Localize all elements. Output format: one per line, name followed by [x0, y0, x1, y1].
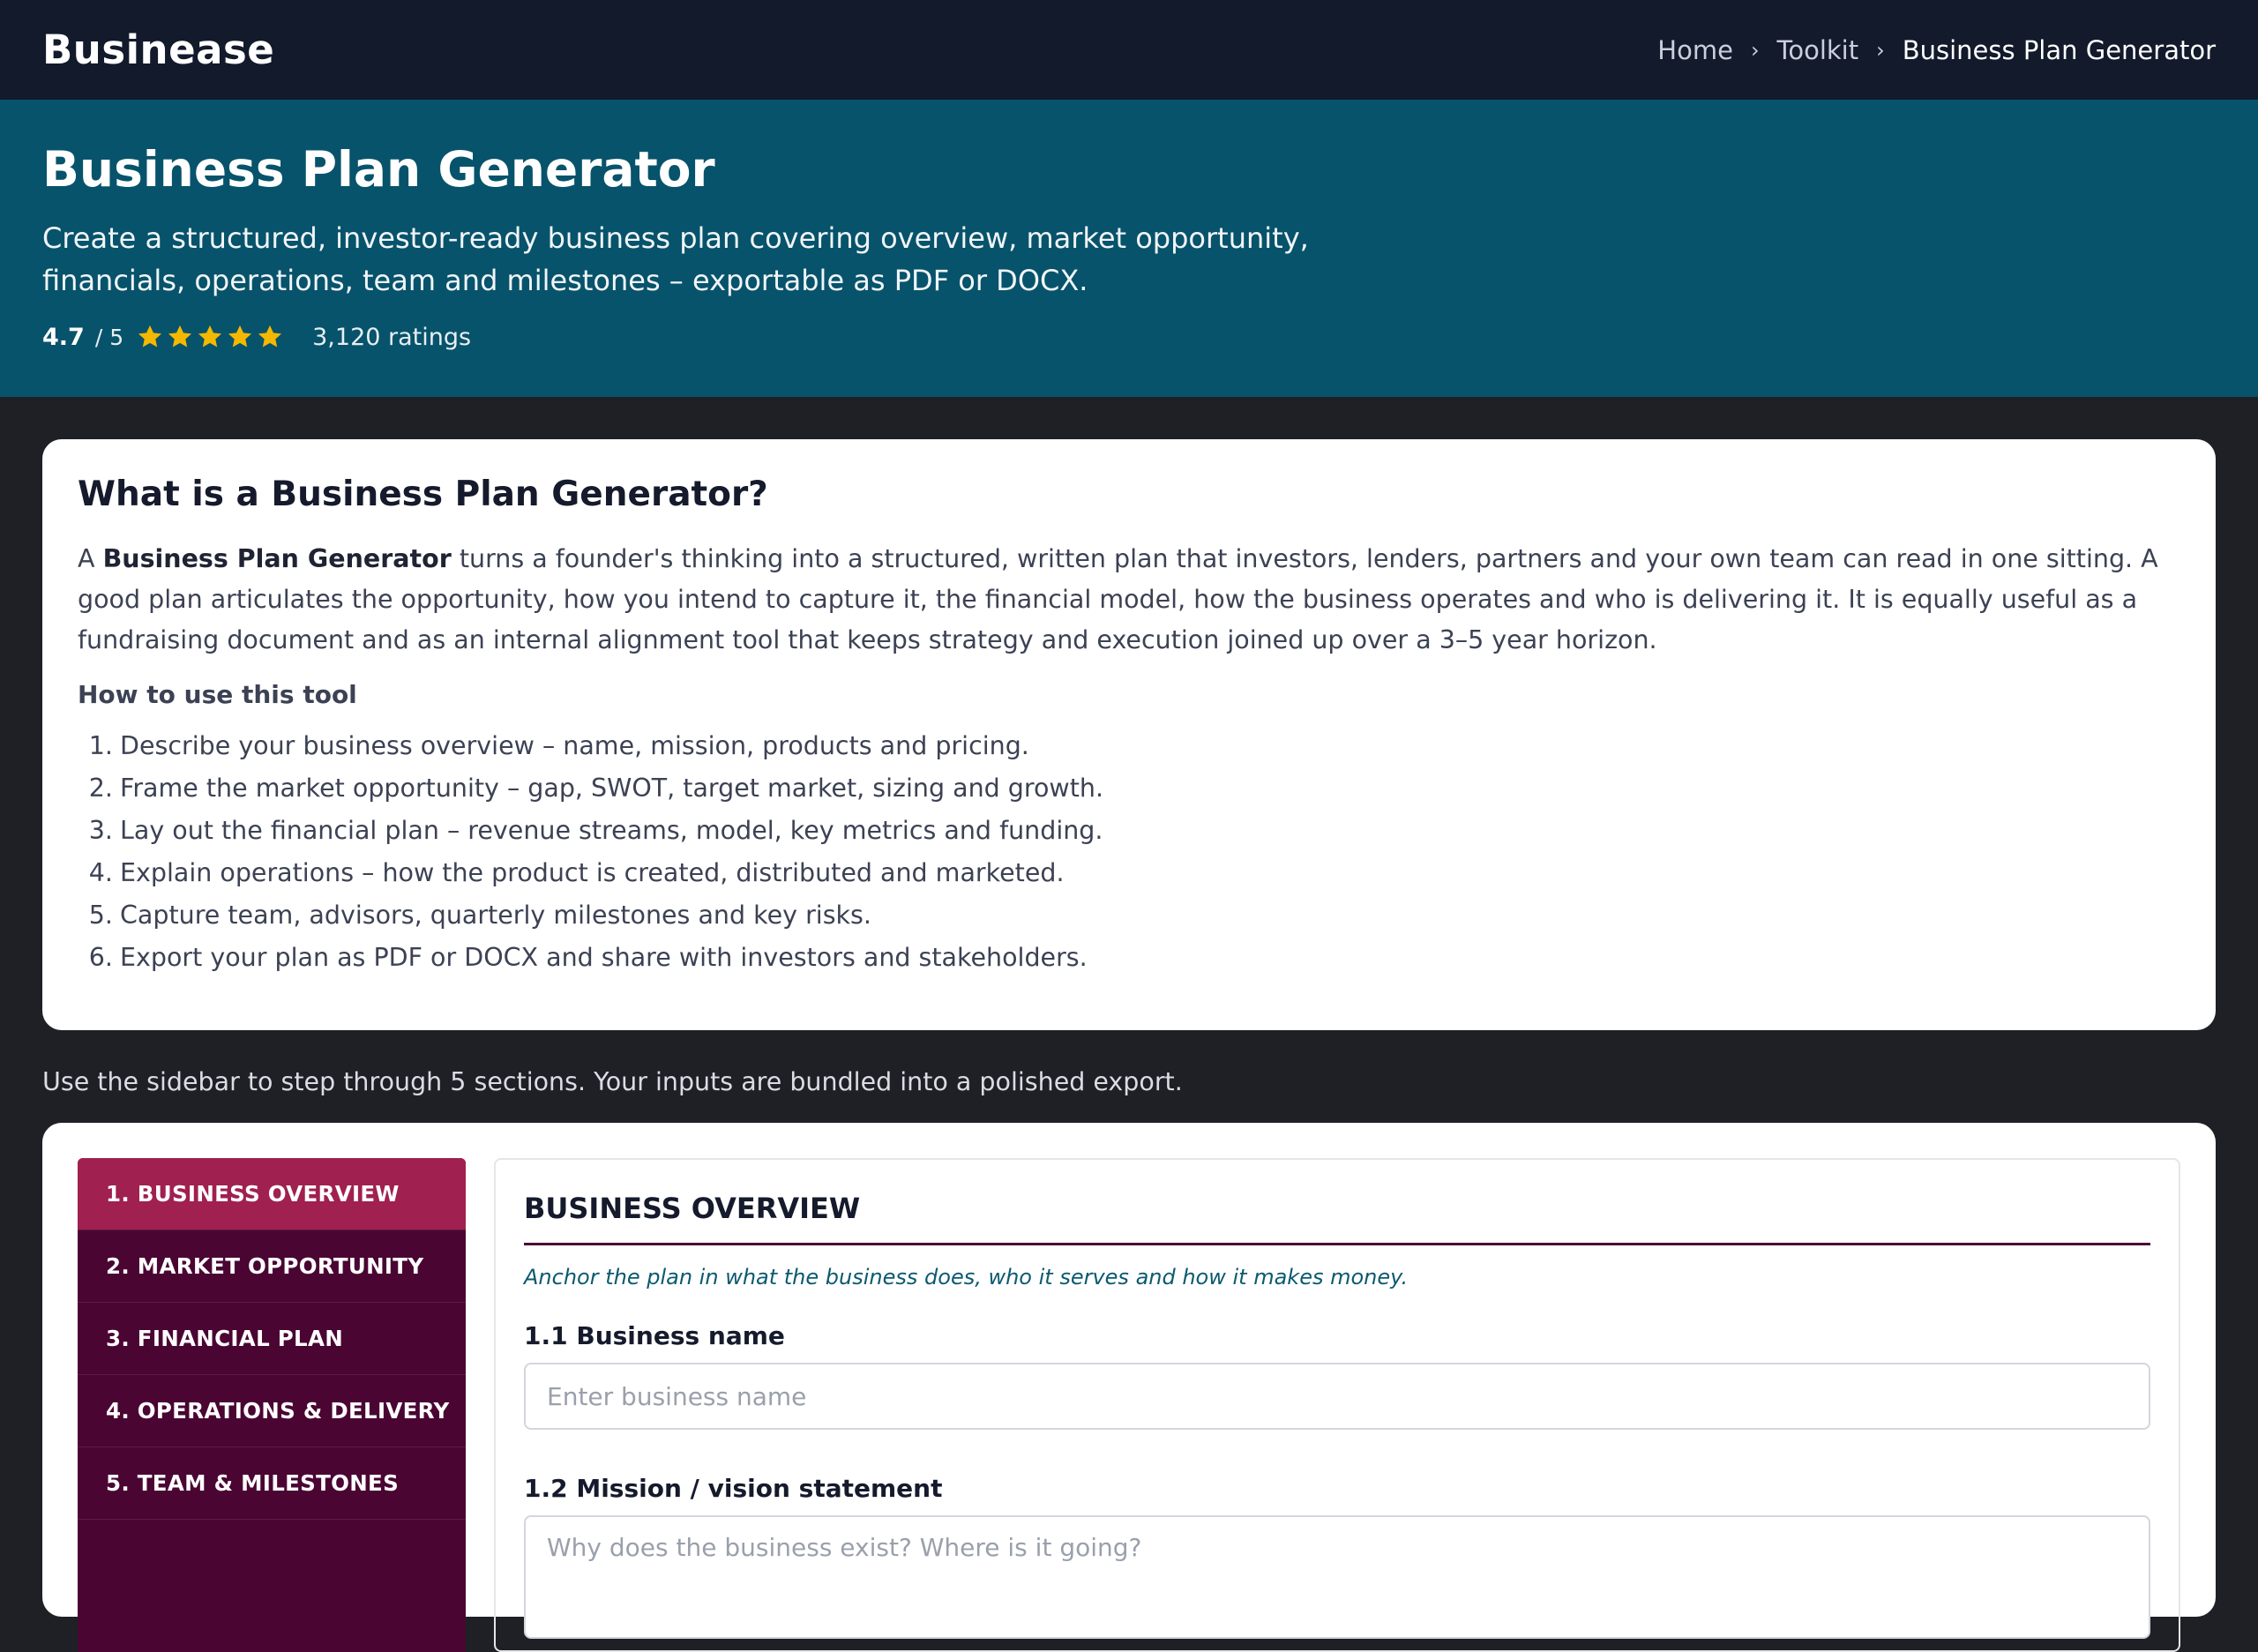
- rating-value: 4.7: [42, 323, 85, 351]
- star-icon: [228, 325, 252, 348]
- howto-steps: 1. Describe your business overview – name…: [78, 725, 2180, 979]
- step-number: 3.: [88, 816, 113, 845]
- star-rating: [136, 323, 284, 351]
- page-description: Create a structured, investor-ready busi…: [42, 221, 1309, 298]
- section-hint: Anchor the plan in what the business doe…: [524, 1265, 1409, 1289]
- step-text: Lay out the financial plan – revenue str…: [120, 816, 1103, 845]
- howto-step: 1. Describe your business overview – name…: [78, 725, 2180, 767]
- rating-count: 3,120 ratings: [312, 323, 472, 351]
- step-text: Frame the market opportunity – gap, SWOT…: [120, 774, 1104, 803]
- step-text: Describe your business overview – name, …: [120, 731, 1029, 760]
- sidebar-item-financial-plan[interactable]: 3. FINANCIAL PLAN: [78, 1303, 466, 1375]
- business-name-label: 1.1 Business name: [524, 1321, 785, 1350]
- mission-statement-textarea[interactable]: [524, 1515, 2150, 1639]
- star-icon: [258, 325, 282, 348]
- info-intro-prefix: A: [78, 544, 103, 573]
- star-icon: [138, 325, 162, 348]
- info-card: What is a Business Plan Generator? A Bus…: [42, 439, 2216, 1030]
- brand-logo[interactable]: Businease: [42, 26, 274, 73]
- howto-step: 2. Frame the market opportunity – gap, SW…: [78, 767, 2180, 810]
- howto-step: 3. Lay out the financial plan – revenue s…: [78, 810, 2180, 852]
- helper-text: Use the sidebar to step through 5 sectio…: [42, 1067, 1183, 1096]
- star-icon: [198, 325, 222, 348]
- section-sidebar: 1. BUSINESS OVERVIEW 2. MARKET OPPORTUNI…: [78, 1158, 466, 1652]
- mission-statement-label: 1.2 Mission / vision statement: [524, 1474, 943, 1503]
- sidebar-item-business-overview[interactable]: 1. BUSINESS OVERVIEW: [78, 1158, 466, 1230]
- howto-step: 4. Explain operations – how the product i…: [78, 852, 2180, 894]
- step-number: 1.: [88, 731, 113, 760]
- sidebar-item-operations-delivery[interactable]: 4. OPERATIONS & DELIVERY: [78, 1375, 466, 1447]
- section-title: BUSINESS OVERVIEW: [524, 1192, 2150, 1245]
- breadcrumb-toolkit[interactable]: Toolkit: [1777, 35, 1859, 65]
- howto-step: 6. Export your plan as PDF or DOCX and sh…: [78, 937, 2180, 979]
- step-text: Explain operations – how the product is …: [120, 858, 1065, 887]
- info-description: A Business Plan Generator turns a founde…: [78, 539, 2180, 661]
- step-number: 5.: [88, 901, 113, 930]
- business-name-input[interactable]: [524, 1363, 2150, 1430]
- breadcrumb-current: Business Plan Generator: [1902, 34, 2216, 65]
- step-number: 6.: [88, 943, 113, 972]
- star-icon: [168, 325, 192, 348]
- breadcrumb-separator: ›: [1750, 37, 1760, 63]
- breadcrumb-home[interactable]: Home: [1657, 35, 1733, 65]
- hero-banner: Business Plan Generator Create a structu…: [0, 100, 2258, 397]
- howto-title: How to use this tool: [78, 680, 357, 709]
- info-intro-bold: Business Plan Generator: [102, 544, 452, 573]
- form-panel: BUSINESS OVERVIEW Anchor the plan in wha…: [494, 1158, 2180, 1652]
- step-number: 4.: [88, 858, 113, 887]
- sidebar-item-team-milestones[interactable]: 5. TEAM & MILESTONES: [78, 1447, 466, 1520]
- step-text: Export your plan as PDF or DOCX and shar…: [120, 943, 1088, 972]
- breadcrumb: Home › Toolkit › Business Plan Generator: [1657, 35, 2216, 65]
- howto-step: 5. Capture team, advisors, quarterly mile…: [78, 894, 2180, 937]
- generator-tool: 1. BUSINESS OVERVIEW 2. MARKET OPPORTUNI…: [42, 1123, 2216, 1652]
- page-title: Business Plan Generator: [42, 141, 715, 198]
- rating-summary: 4.7 / 5 3,120 ratings: [42, 323, 2216, 351]
- sidebar-item-market-opportunity[interactable]: 2. MARKET OPPORTUNITY: [78, 1230, 466, 1303]
- top-navigation: Businease Home › Toolkit › Business Plan…: [0, 0, 2258, 100]
- step-number: 2.: [88, 774, 113, 803]
- info-title: What is a Business Plan Generator?: [78, 475, 768, 514]
- step-text: Capture team, advisors, quarterly milest…: [120, 901, 871, 930]
- rating-scale: / 5: [94, 324, 124, 350]
- breadcrumb-separator: ›: [1876, 37, 1885, 63]
